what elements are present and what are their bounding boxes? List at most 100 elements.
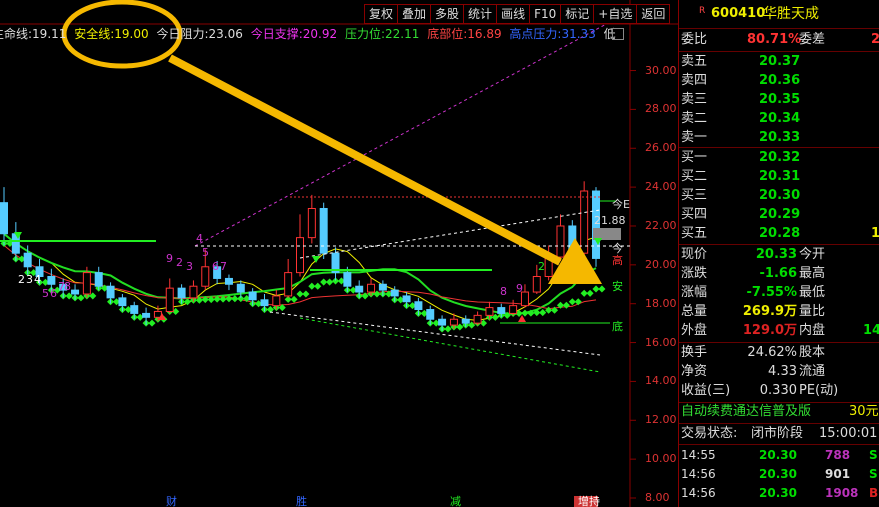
safe-line-dot bbox=[574, 298, 582, 306]
bid-label: 买二 bbox=[681, 169, 708, 184]
axis-tick-label: 14.00 bbox=[645, 374, 677, 388]
inline-today-label: 今E bbox=[612, 197, 630, 211]
stats-row: 换手 24.62% 股本 bbox=[679, 343, 879, 363]
quote-label: 现价 bbox=[681, 247, 708, 262]
stats-label-2: 流通 bbox=[799, 364, 826, 379]
quote-row: 总量 269.9万 量比 bbox=[679, 302, 879, 322]
ad-text: 自动续费通达信普及版 bbox=[681, 404, 812, 419]
trend-line-lower bbox=[269, 311, 601, 356]
quote-value: 269.9万 bbox=[742, 304, 797, 319]
safe-line-value: 19.00 bbox=[114, 27, 149, 41]
bottom-value: 16.89 bbox=[467, 27, 502, 41]
quote-value: -7.55% bbox=[746, 285, 798, 300]
candle bbox=[473, 311, 482, 326]
pressure-label: 压力位: bbox=[344, 27, 385, 41]
market-tag: R bbox=[699, 6, 706, 16]
add-watchlist-button[interactable]: +自选 bbox=[593, 4, 638, 24]
sequence-marker: 2 bbox=[538, 260, 545, 273]
sequence-marker: 4 bbox=[34, 273, 41, 286]
quote-value-2: 14 bbox=[863, 323, 879, 338]
axis-tick-label: 28.00 bbox=[645, 102, 677, 116]
sequence-marker: 6 bbox=[50, 287, 57, 300]
weibi-label: 委比 bbox=[681, 32, 708, 47]
bid-price: 20.32 bbox=[759, 150, 801, 165]
today-resist-suffix: 阻力: bbox=[180, 27, 209, 41]
tick-row: 14:56 20.30 1908 B bbox=[679, 484, 879, 502]
divider bbox=[679, 444, 879, 445]
event-label: 胜 bbox=[296, 494, 307, 507]
event-label: 增持 bbox=[578, 494, 600, 507]
bid-label: 买四 bbox=[681, 207, 708, 222]
today-support-label: 今日支撑: bbox=[250, 27, 303, 41]
candle bbox=[106, 282, 115, 304]
sequence-marker: 5 bbox=[42, 287, 49, 300]
multi-stock-button[interactable]: 多股 bbox=[430, 4, 465, 24]
candle bbox=[94, 266, 103, 291]
tick-volume: 901 bbox=[825, 467, 851, 481]
high-pressure-label: 高点压力: bbox=[509, 27, 562, 41]
panel-left-border bbox=[678, 0, 679, 507]
quote-label: 总量 bbox=[681, 304, 708, 319]
ask-row: 卖四 20.36 bbox=[679, 71, 879, 91]
sequence-marker: 9 bbox=[516, 282, 523, 295]
life-line-value: 19.11 bbox=[32, 27, 67, 41]
sell-arrow-icon bbox=[312, 256, 320, 263]
trade-status-time: 15:00:01 bbox=[819, 426, 878, 441]
safe-line-dot bbox=[326, 278, 334, 286]
quote-value: 20.33 bbox=[755, 247, 797, 262]
tick-flag: S bbox=[869, 448, 878, 462]
f10-button[interactable]: F10 bbox=[529, 4, 562, 24]
bid-row: 买二 20.31 bbox=[679, 167, 879, 187]
bid-label: 买一 bbox=[681, 150, 708, 165]
quote-label-2: 量比 bbox=[799, 304, 826, 319]
safe-line-dot bbox=[148, 319, 156, 327]
sequence-marker: 3 bbox=[26, 273, 33, 286]
candle bbox=[296, 214, 304, 277]
stats-value: 24.62% bbox=[747, 345, 797, 360]
mark-button[interactable]: 标记 bbox=[560, 4, 595, 24]
ask-row: 卖一 20.33 bbox=[679, 128, 879, 148]
draw-line-button[interactable]: 画线 bbox=[496, 4, 531, 24]
quote-panel: R 600410 华胜天成 委比 80.71% 委差 2 卖五 20.37 卖四 20… bbox=[679, 0, 879, 507]
stock-name: 华胜天成 bbox=[763, 6, 819, 22]
candle bbox=[307, 194, 316, 244]
weicha-value: 2 bbox=[871, 32, 879, 47]
sequence-marker: 2 bbox=[18, 273, 25, 286]
quote-label: 涨幅 bbox=[681, 285, 708, 300]
axis-tick-label: 26.00 bbox=[645, 141, 677, 155]
fuquan-button[interactable]: 复权 bbox=[364, 4, 399, 24]
candle bbox=[224, 274, 233, 291]
stock-header: R 600410 华胜天成 bbox=[679, 4, 879, 24]
collapse-square-icon[interactable] bbox=[612, 28, 624, 40]
overlay-button[interactable]: 叠加 bbox=[397, 4, 432, 24]
safe-line-dot bbox=[314, 282, 322, 290]
ask-label: 卖一 bbox=[681, 130, 708, 145]
inline-bottom-label: 底 bbox=[612, 319, 623, 333]
divider bbox=[679, 28, 879, 29]
ask-label: 卖五 bbox=[681, 54, 708, 69]
stats-row: 收益(三) 0.330 PE(动) bbox=[679, 381, 879, 401]
ask-price: 20.37 bbox=[759, 54, 801, 69]
safe-line-dot bbox=[598, 285, 606, 293]
quote-label: 涨跌 bbox=[681, 266, 708, 281]
ask-price: 20.34 bbox=[759, 111, 801, 126]
ask-row: 卖五 20.37 bbox=[679, 52, 879, 72]
candle bbox=[319, 202, 328, 260]
sequence-marker: 7 bbox=[220, 260, 227, 273]
indicator-bar: 生命线:19.11 安全线:19.00 今日阻力:23.06 今日支撑:20.9… bbox=[0, 24, 630, 44]
weicha-label: 委差 bbox=[799, 32, 826, 47]
quote-label-2: 最低 bbox=[799, 285, 826, 300]
life-line-label: 生命线: bbox=[0, 27, 33, 41]
today-resist-value: 23.06 bbox=[208, 27, 243, 41]
trade-status-value: 闭市阶段 bbox=[751, 426, 804, 441]
ad-banner[interactable]: 自动续费通达信普及版 30元 bbox=[679, 402, 879, 422]
back-button[interactable]: 返回 bbox=[636, 4, 671, 24]
ask-price: 20.33 bbox=[759, 130, 801, 145]
safe-line-dot bbox=[562, 301, 570, 309]
bid-label: 买三 bbox=[681, 188, 708, 203]
safe-line-dot bbox=[231, 295, 239, 303]
trend-line-green bbox=[299, 317, 601, 373]
quote-label: 外盘 bbox=[681, 323, 708, 338]
statistics-button[interactable]: 统计 bbox=[463, 4, 498, 24]
tick-flag: S bbox=[869, 467, 878, 481]
